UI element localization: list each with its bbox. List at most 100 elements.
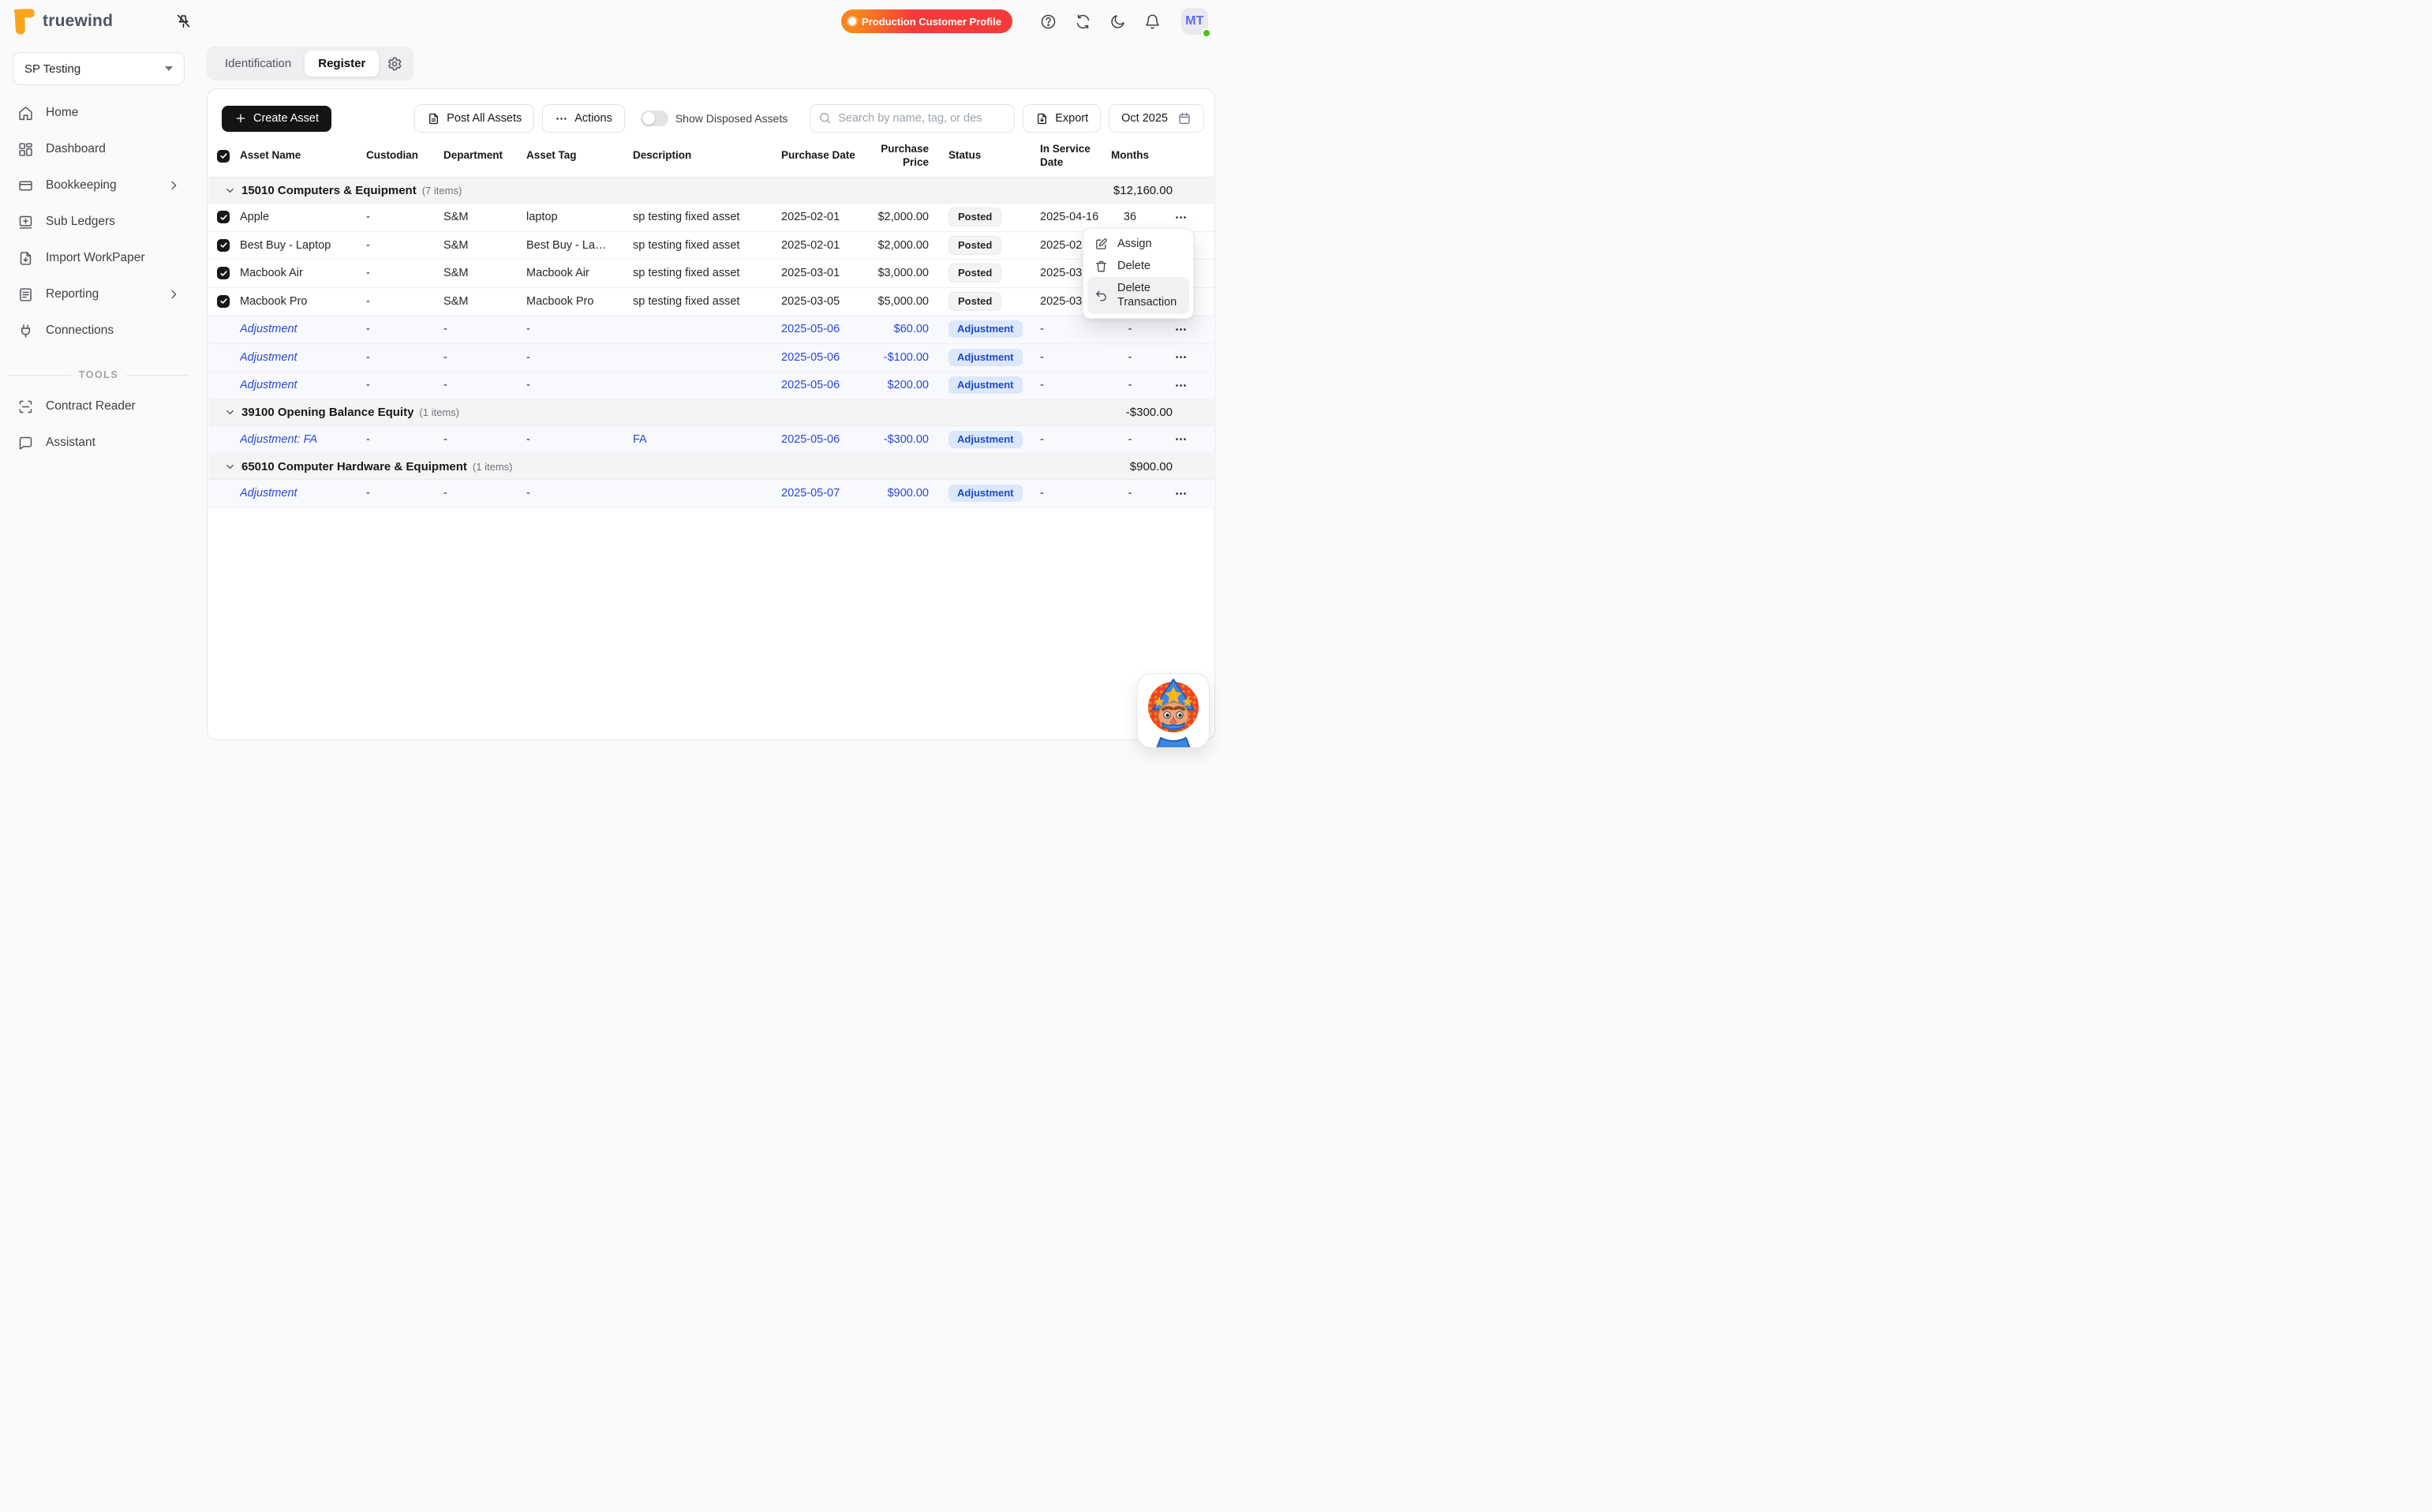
menu-item-assign[interactable]: Assign <box>1087 233 1189 255</box>
purchase-date-cell: 2025-05-06 <box>781 323 866 335</box>
column-header: Department <box>443 149 526 163</box>
chat-bubble-icon <box>17 435 34 451</box>
months-cell: - <box>1106 379 1154 391</box>
show-disposed-toggle[interactable] <box>641 110 668 126</box>
sidebar-item-label: Sub Ledgers <box>46 215 115 229</box>
column-header: Asset Name <box>240 149 366 163</box>
sidebar-item-dashboard[interactable]: Dashboard <box>8 131 189 167</box>
department-cell: - <box>443 351 526 364</box>
sidebar-nav: Home Dashboard Bookkeeping Sub Ledgers <box>0 88 197 349</box>
group-header-row[interactable]: 65010 Computer Hardware & Equipment(1 it… <box>208 454 1214 480</box>
table-row: Apple-S&Mlaptopsp testing fixed asset202… <box>208 204 1214 232</box>
environment-dot-icon <box>848 17 856 25</box>
table-row: Adjustment---2025-05-06$60.00Adjustment-… <box>208 316 1214 344</box>
topbar-actions: Production Customer Profile MT <box>841 7 1208 36</box>
column-header: Status <box>937 149 1028 163</box>
department-cell: - <box>443 323 526 335</box>
sidebar-item-home[interactable]: Home <box>8 95 189 131</box>
asset-name-cell: Apple <box>240 211 366 223</box>
custodian-cell: - <box>366 267 443 279</box>
actions-button[interactable]: Actions <box>542 104 625 133</box>
post-all-assets-button[interactable]: Post All Assets <box>414 104 534 133</box>
menu-item-delete-transaction[interactable]: Delete Transaction <box>1087 277 1189 313</box>
purchase-price-cell: -$300.00 <box>866 433 937 446</box>
row-checkbox[interactable] <box>217 239 230 252</box>
chevron-down-icon[interactable] <box>224 185 236 196</box>
row-actions-menu-button[interactable] <box>1172 430 1191 449</box>
show-disposed-toggle-group: Show Disposed Assets <box>641 110 788 126</box>
purchase-price-cell: $5,000.00 <box>866 295 937 308</box>
purchase-price-cell: $2,000.00 <box>866 211 937 223</box>
months-cell: - <box>1106 351 1154 364</box>
asset-name-cell: Macbook Air <box>240 267 366 279</box>
environment-badge[interactable]: Production Customer Profile <box>841 9 1012 33</box>
dark-mode-moon-icon[interactable] <box>1109 13 1126 30</box>
workspace-select[interactable]: SP Testing <box>13 52 185 85</box>
row-checkbox[interactable] <box>217 295 230 308</box>
sidebar-item-bookkeeping[interactable]: Bookkeeping <box>8 167 189 204</box>
asset-name-cell: Adjustment <box>240 379 366 391</box>
ledger-plus-icon <box>17 214 34 230</box>
gear-icon[interactable] <box>387 56 402 72</box>
refresh-icon[interactable] <box>1075 13 1091 30</box>
status-cell: Adjustment <box>937 349 1028 366</box>
sidebar-item-reporting[interactable]: Reporting <box>8 276 189 313</box>
select-all-checkbox[interactable] <box>217 150 230 163</box>
custodian-cell: - <box>366 351 443 364</box>
period-picker-button[interactable]: Oct 2025 <box>1109 104 1204 133</box>
export-button[interactable]: Export <box>1023 104 1101 133</box>
row-actions-menu-button[interactable] <box>1172 208 1191 226</box>
column-header: Description <box>633 149 781 163</box>
row-actions-menu-button[interactable] <box>1172 320 1191 339</box>
sidebar-item-label: Dashboard <box>46 142 106 156</box>
report-icon <box>17 286 34 303</box>
chevron-down-icon[interactable] <box>224 406 236 418</box>
tab-register[interactable]: Register <box>305 51 379 77</box>
user-avatar[interactable]: MT <box>1181 8 1208 35</box>
asset-table-body: 15010 Computers & Equipment(7 items)$12,… <box>208 178 1214 508</box>
asset-tag-cell: - <box>526 487 633 500</box>
group-header-row[interactable]: 39100 Opening Balance Equity(1 items)-$3… <box>208 400 1214 426</box>
sidebar-item-assistant[interactable]: Assistant <box>8 425 189 461</box>
in-service-date-cell: - <box>1028 379 1106 391</box>
tab-identification[interactable]: Identification <box>211 51 305 77</box>
register-tabbar: Identification Register <box>207 47 413 80</box>
search-input[interactable] <box>810 104 1015 133</box>
group-total: -$300.00 <box>1126 406 1173 419</box>
group-total: $900.00 <box>1130 460 1173 473</box>
column-header: Asset Tag <box>526 149 633 163</box>
asset-tag-cell: Macbook Pro <box>526 295 633 308</box>
row-actions-menu-button[interactable] <box>1172 348 1191 367</box>
sidebar-item-import-workpaper[interactable]: Import WorkPaper <box>8 240 189 276</box>
assistant-wizard-avatar[interactable] <box>1137 673 1210 748</box>
sidebar-pin-icon[interactable] <box>174 11 193 30</box>
export-label: Export <box>1055 112 1088 125</box>
row-checkbox[interactable] <box>217 267 230 279</box>
sidebar-item-contract-reader[interactable]: Contract Reader <box>8 388 189 425</box>
help-icon[interactable] <box>1040 13 1057 30</box>
purchase-date-cell: 2025-05-07 <box>781 487 866 500</box>
notifications-bell-icon[interactable] <box>1144 13 1161 30</box>
chevron-down-icon[interactable] <box>224 461 236 473</box>
status-badge: Adjustment <box>948 349 1023 366</box>
create-asset-button[interactable]: Create Asset <box>222 106 331 132</box>
row-checkbox[interactable] <box>217 211 230 223</box>
in-service-date-cell: - <box>1028 323 1106 335</box>
sidebar-item-connections[interactable]: Connections <box>8 313 189 349</box>
plug-icon <box>17 323 34 339</box>
status-badge: Adjustment <box>948 376 1023 394</box>
group-header-row[interactable]: 15010 Computers & Equipment(7 items)$12,… <box>208 178 1214 204</box>
show-disposed-label: Show Disposed Assets <box>675 112 788 125</box>
description-cell: sp testing fixed asset <box>633 295 781 308</box>
asset-name-cell: Adjustment <box>240 487 366 500</box>
status-badge: Adjustment <box>948 320 1023 338</box>
purchase-price-cell: $3,000.00 <box>866 267 937 279</box>
row-actions-menu-button[interactable] <box>1172 484 1191 503</box>
row-actions-menu-button[interactable] <box>1172 376 1191 395</box>
description-cell: sp testing fixed asset <box>633 211 781 223</box>
table-row: Adjustment---2025-05-07$900.00Adjustment… <box>208 480 1214 508</box>
sidebar-item-sub-ledgers[interactable]: Sub Ledgers <box>8 204 189 240</box>
menu-item-delete[interactable]: Delete <box>1087 255 1189 277</box>
table-row: Best Buy - Laptop-S&MBest Buy - La…sp te… <box>208 232 1214 260</box>
row-actions-cell <box>1154 430 1208 449</box>
